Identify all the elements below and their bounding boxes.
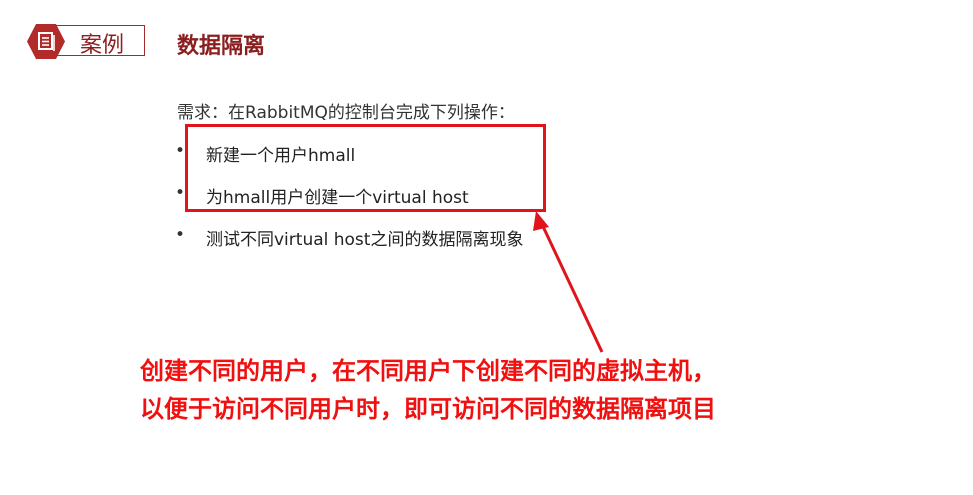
annotation-line-2: 以便于访问不同用户时，即可访问不同的数据隔离项目 — [140, 395, 716, 423]
annotation-line-1: 创建不同的用户，在不同用户下创建不同的虚拟主机， — [140, 357, 716, 385]
